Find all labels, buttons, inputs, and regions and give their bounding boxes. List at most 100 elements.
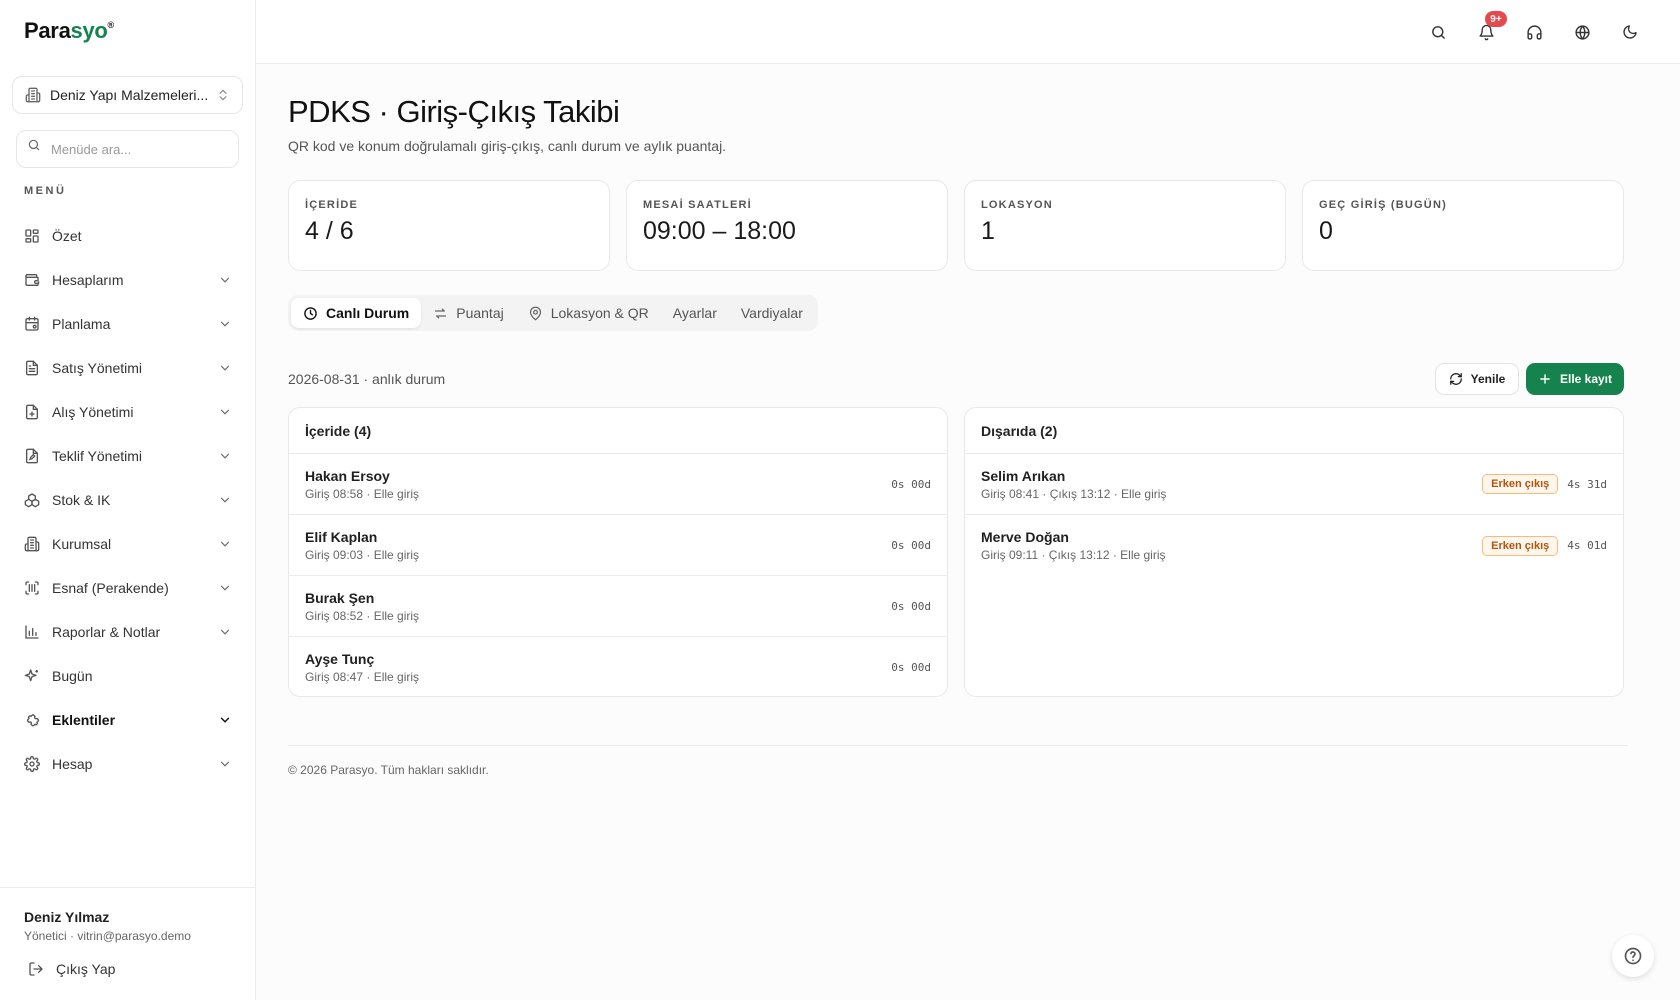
stat-label: İÇERİDE <box>305 199 359 211</box>
sidebar-item-kurumsal[interactable]: Kurumsal <box>12 522 244 566</box>
chevron-down-icon <box>218 581 232 595</box>
stat-label: MESAİ SAATLERİ <box>643 199 752 211</box>
sidebar-item-label: Alış Yönetimi <box>52 404 134 420</box>
chevron-down-icon <box>218 713 232 727</box>
chevron-down-icon <box>218 405 232 419</box>
help-button[interactable] <box>1612 935 1654 977</box>
chevrons-up-down-icon <box>216 88 230 102</box>
page-subtitle: QR kod ve konum doğrulamalı giriş-çıkış,… <box>288 138 727 154</box>
employee-name: Selim Arıkan <box>981 467 1066 484</box>
sidebar-item-planlama[interactable]: Planlama <box>12 302 244 346</box>
table-row[interactable]: Hakan Ersoy Giriş 08:58 · Elle giriş 0s … <box>289 454 947 515</box>
employee-name: Merve Doğan <box>981 529 1069 545</box>
row-info: Burak Şen Giriş 08:52 · Elle giriş <box>305 590 891 623</box>
tab-timesheet[interactable]: Puantaj <box>421 298 515 328</box>
chevron-down-icon <box>218 537 232 551</box>
tab-shifts[interactable]: Vardiyalar <box>729 298 815 328</box>
brand-logo[interactable]: Parasyo® <box>24 18 114 44</box>
sidebar-item-raporlar[interactable]: Raporlar & Notlar <box>12 610 244 654</box>
table-row[interactable]: Selim Arıkan Giriş 08:41 · Çıkış 13:12 ·… <box>965 454 1623 515</box>
refresh-button[interactable]: Yenile <box>1435 363 1519 395</box>
scan-icon <box>24 580 40 596</box>
sidebar-item-label: Satış Yönetimi <box>52 360 143 376</box>
table-row[interactable]: Elif Kaplan Giriş 09:03 · Elle giriş 0s … <box>289 515 947 576</box>
receipt-icon <box>24 360 40 376</box>
building-icon <box>25 87 41 103</box>
tab-location-qr[interactable]: Lokasyon & QR <box>516 298 661 328</box>
employee-detail: Giriş 09:11 · Çıkış 13:12 · Elle giriş <box>981 548 1166 562</box>
logout-button[interactable]: Çıkış Yap <box>28 961 115 977</box>
stat-value: 0 <box>1319 217 1333 245</box>
table-row[interactable]: Burak Şen Giriş 08:52 · Elle giriş 0s 00… <box>289 576 947 637</box>
sidebar-item-hesap[interactable]: Hesap <box>12 742 244 786</box>
chevron-down-icon <box>218 361 232 375</box>
sidebar: Parasyo® Deniz Yapı Malzemeleri... MENÜ … <box>0 0 256 1000</box>
logo-text-2: syo <box>70 18 108 43</box>
puzzle-icon <box>24 712 40 728</box>
arrows-swap-icon <box>433 306 448 321</box>
tab-settings[interactable]: Ayarlar <box>661 298 729 328</box>
search-icon <box>1431 25 1445 39</box>
table-row[interactable]: Ayşe Tunç Giriş 08:47 · Elle giriş 0s 00… <box>289 637 947 696</box>
globe-icon <box>1574 24 1590 40</box>
tab-label: Lokasyon & QR <box>550 305 649 321</box>
chevron-down-icon <box>218 273 232 287</box>
company-selector[interactable]: Deniz Yapı Malzemeleri... <box>12 76 243 114</box>
sidebar-item-bugun[interactable]: Bugün <box>12 654 244 698</box>
notification-badge: 9+ <box>1485 11 1507 27</box>
sidebar-item-eklentiler[interactable]: Eklentiler <box>12 698 244 742</box>
employee-detail: Giriş 08:41 · Çıkış 13:12 · Elle giriş <box>981 486 1167 501</box>
sidebar-item-stok-ik[interactable]: Stok & IK <box>12 478 244 522</box>
tab-live-status[interactable]: Canlı Durum <box>291 298 422 328</box>
user-meta: Yönetici · vitrin@parasyo.demo <box>24 929 191 943</box>
row-info: Selim Arıkan Giriş 08:41 · Çıkış 13:12 ·… <box>981 468 1482 501</box>
refresh-label: Yenile <box>1470 372 1506 386</box>
outside-panel-title: Dışarıda (2) <box>965 408 1623 454</box>
duration: 0s 00d <box>891 477 931 491</box>
sidebar-item-esnaf[interactable]: Esnaf (Perakende) <box>12 566 244 610</box>
row-info: Elif Kaplan Giriş 09:03 · Elle giriş <box>305 529 891 562</box>
bar-chart-icon <box>24 624 40 640</box>
file-edit-icon <box>24 448 40 464</box>
chevron-down-icon <box>218 317 232 331</box>
sidebar-item-hesaplarim[interactable]: Hesaplarım <box>12 258 244 302</box>
search-icon <box>27 138 41 152</box>
employee-detail: Giriş 08:52 · Elle giriş <box>305 608 420 623</box>
employee-name: Elif Kaplan <box>305 528 378 545</box>
employee-name: Hakan Ersoy <box>305 467 390 484</box>
duration: 0s 00d <box>891 599 931 613</box>
grid-icon <box>24 228 40 244</box>
language-button[interactable] <box>1570 20 1594 44</box>
employee-detail: Giriş 08:58 · Elle giriş <box>305 486 420 501</box>
headset-icon <box>1526 24 1542 40</box>
company-name: Deniz Yapı Malzemeleri... <box>50 87 209 103</box>
sidebar-item-satis-yonetimi[interactable]: Satış Yönetimi <box>12 346 244 390</box>
sidebar-item-label: Raporlar & Notlar <box>52 624 161 640</box>
status-badge: Erken çıkış <box>1482 535 1559 556</box>
theme-toggle[interactable] <box>1618 20 1642 44</box>
tab-label: Ayarlar <box>672 305 717 321</box>
menu-search[interactable] <box>16 130 239 168</box>
footer-divider <box>288 745 1628 746</box>
sidebar-item-ozet[interactable]: Özet <box>12 214 244 258</box>
stat-card-location: LOKASYON 1 <box>964 180 1286 271</box>
moon-icon <box>1623 25 1637 39</box>
user-name: Deniz Yılmaz <box>24 909 110 925</box>
boxes-icon <box>24 492 40 508</box>
support-button[interactable] <box>1522 20 1546 44</box>
manual-entry-button[interactable]: Elle kayıt <box>1526 363 1624 395</box>
stat-label: GEÇ GİRİŞ (BUGÜN) <box>1319 199 1447 211</box>
search-button[interactable] <box>1426 20 1450 44</box>
tab-label: Puantaj <box>456 305 504 321</box>
row-info: Hakan Ersoy Giriş 08:58 · Elle giriş <box>305 468 891 501</box>
inside-panel: İçeride (4) Hakan Ersoy Giriş 08:58 · El… <box>288 407 948 697</box>
sidebar-item-teklif-yonetimi[interactable]: Teklif Yönetimi <box>12 434 244 478</box>
row-info: Ayşe Tunç Giriş 08:47 · Elle giriş <box>305 651 891 684</box>
clock-icon <box>303 306 318 321</box>
table-row[interactable]: Merve Doğan Giriş 09:11 · Çıkış 13:12 · … <box>965 515 1623 576</box>
sidebar-item-alis-yonetimi[interactable]: Alış Yönetimi <box>12 390 244 434</box>
menu-search-input[interactable] <box>51 141 211 157</box>
wallet-icon <box>24 272 40 288</box>
sidebar-item-label: Stok & IK <box>52 492 111 508</box>
chevron-down-icon <box>218 625 232 639</box>
